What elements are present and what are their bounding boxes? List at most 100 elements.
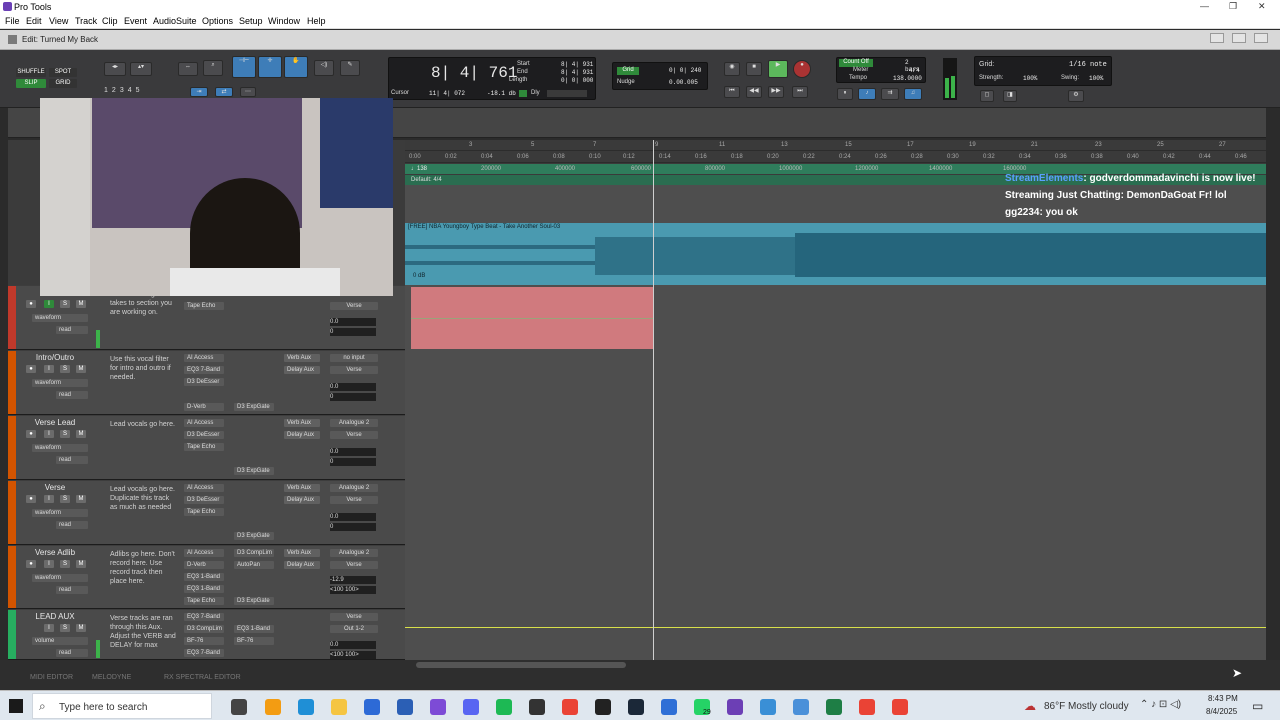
chrome-icon[interactable] <box>562 699 578 715</box>
tab-to-transient-icon[interactable]: ⇥ <box>190 87 208 97</box>
input-monitor-icon[interactable]: I <box>44 365 54 373</box>
rewind-icon[interactable]: ◀◀ <box>746 86 762 98</box>
io-input[interactable]: Analogue 2 <box>330 549 378 557</box>
tempo-value[interactable]: 138.0000 <box>893 75 922 82</box>
strength-value[interactable]: 100% <box>1023 75 1037 82</box>
automation-mode[interactable]: read <box>56 326 88 334</box>
insert-slot[interactable]: D3 ExpGate <box>234 597 274 605</box>
insert-slot[interactable]: AI Access <box>184 549 224 557</box>
zoom-out-icon[interactable]: ◂▸ <box>104 62 126 76</box>
count-off-label[interactable]: Count Off <box>839 59 873 67</box>
input-monitor-icon[interactable]: I <box>44 560 54 568</box>
tab-melodyne[interactable]: MELODYNE <box>92 674 131 681</box>
slip-mode-button[interactable]: SLIP <box>16 79 46 88</box>
io-output[interactable]: Verse <box>330 496 378 504</box>
bars-ruler[interactable]: 3 5 7 9 11 13 15 17 19 21 23 25 27 <box>405 140 1266 151</box>
automation-mode[interactable]: read <box>56 521 88 529</box>
input-monitor-icon[interactable]: I <box>44 495 54 503</box>
track-comment[interactable]: Use this vocal filter for intro and outr… <box>110 355 176 382</box>
edit-close-button[interactable] <box>1254 33 1268 43</box>
clock-time[interactable]: 8:43 PM <box>1208 694 1238 703</box>
pan-value[interactable]: 0 <box>330 329 333 335</box>
pan-value[interactable]: <100 100> <box>330 587 359 593</box>
view-selector[interactable]: volume <box>32 637 88 645</box>
chrome-icon[interactable] <box>859 699 875 715</box>
midi-merge-icon[interactable]: ⇉ <box>881 88 899 100</box>
send-slot[interactable]: Delay Aux <box>284 366 320 374</box>
weather-text[interactable]: 86°F Mostly cloudy <box>1044 701 1129 712</box>
selector-tool-icon[interactable]: ✛ <box>258 56 282 78</box>
record-enable-icon[interactable]: ● <box>26 560 36 568</box>
app-icon[interactable] <box>661 699 677 715</box>
insert-slot[interactable]: EQ3 1-Band <box>234 625 274 633</box>
input-monitor-icon[interactable]: I <box>44 430 54 438</box>
zoom-preset-1[interactable]: 1 <box>104 87 112 94</box>
beat-audio-clip[interactable]: [FREE] NBA Youngboy Type Beat - Take Ano… <box>405 223 1266 285</box>
input-monitor-icon[interactable]: I <box>44 300 54 308</box>
volume-value[interactable]: -12.9 <box>330 577 344 583</box>
menu-options[interactable]: Options <box>202 16 233 26</box>
insert-slot[interactable]: Tape Echo <box>184 597 224 605</box>
send-slot[interactable]: Verb Aux <box>284 354 320 362</box>
send-slot[interactable]: Verb Aux <box>284 484 320 492</box>
task-view-icon[interactable] <box>231 699 247 715</box>
volume-value[interactable]: 0.0 <box>330 384 338 390</box>
record-enable-icon[interactable]: ● <box>26 365 36 373</box>
record-enable-icon[interactable]: ● <box>26 495 36 503</box>
wait-for-note-icon[interactable]: ⏸ <box>837 88 853 100</box>
playhead-cursor[interactable] <box>653 140 654 660</box>
stop-icon[interactable]: ■ <box>746 62 762 76</box>
menu-event[interactable]: Event <box>124 16 147 26</box>
mute-button[interactable]: M <box>76 624 86 632</box>
insert-slot[interactable]: D3 DeEsser <box>184 496 224 504</box>
automation-mode[interactable]: read <box>56 586 88 594</box>
send-slot[interactable]: Delay Aux <box>284 496 320 504</box>
insert-slot[interactable]: D3 CompLim <box>234 549 274 557</box>
track-lead-aux[interactable]: LEAD AUX I S M volume read Verse tracks … <box>8 610 405 660</box>
mute-button[interactable]: M <box>76 300 86 308</box>
insert-slot[interactable]: EQ3 7-Band <box>184 366 224 374</box>
link-timeline-icon[interactable]: ⇄ <box>215 87 233 97</box>
automation-mode[interactable]: read <box>56 456 88 464</box>
start-value[interactable]: 8| 4| 931 <box>561 61 593 68</box>
track-name[interactable]: LEAD AUX <box>20 612 90 621</box>
shuffle-mode-button[interactable]: SHUFFLE <box>16 68 46 77</box>
view-selector[interactable]: waveform <box>32 379 88 387</box>
discord-icon[interactable] <box>463 699 479 715</box>
zoom-preset-4[interactable]: 4 <box>128 87 136 94</box>
edge-icon[interactable] <box>298 699 314 715</box>
insert-slot[interactable]: D3 ExpGate <box>234 403 274 411</box>
play-icon[interactable]: ▶ <box>768 60 788 78</box>
insert-slot[interactable]: Tape Echo <box>184 508 224 516</box>
menu-help[interactable]: Help <box>307 16 326 26</box>
zoom-preset-3[interactable]: 3 <box>120 87 128 94</box>
send-slot[interactable]: Delay Aux <box>284 431 320 439</box>
menu-view[interactable]: View <box>49 16 68 26</box>
send-slot[interactable]: Delay Aux <box>284 561 320 569</box>
steam-icon[interactable] <box>628 699 644 715</box>
grid-value[interactable]: 0| 0| 240 <box>669 67 701 74</box>
volume-value[interactable]: 0.0 <box>330 514 338 520</box>
mute-button[interactable]: M <box>76 365 86 373</box>
pan-value[interactable]: 0 <box>330 524 333 530</box>
tab-midi-editor[interactable]: MIDI EDITOR <box>30 674 73 681</box>
io-input[interactable]: no input <box>330 354 378 362</box>
excel-icon[interactable] <box>826 699 842 715</box>
pan-value[interactable]: 0 <box>330 459 333 465</box>
pan-value[interactable]: 0 <box>330 394 333 400</box>
pencil-tool-icon[interactable]: ✎ <box>340 60 360 76</box>
zoom-preset-2[interactable]: 2 <box>112 87 120 94</box>
insert-slot[interactable]: Tape Echo <box>184 443 224 451</box>
tempo-marker[interactable]: ♩138 <box>411 166 427 172</box>
scrubber-tool-icon[interactable]: ◁) <box>314 60 334 76</box>
app-icon[interactable] <box>760 699 776 715</box>
windows-start-icon[interactable] <box>9 699 23 713</box>
track-name[interactable]: Verse <box>20 483 90 492</box>
solo-button[interactable]: S <box>60 495 70 503</box>
restore-performance-icon[interactable]: ◨ <box>1003 90 1017 102</box>
grid-label[interactable]: Grid <box>617 67 639 75</box>
spot-mode-button[interactable]: SPOT <box>49 68 77 77</box>
track-intro-outro[interactable]: Intro/Outro ● I S M waveform read Use th… <box>8 351 405 415</box>
volume-value[interactable]: 0.0 <box>330 642 338 648</box>
pro-tools-taskbar-icon[interactable] <box>595 699 611 715</box>
